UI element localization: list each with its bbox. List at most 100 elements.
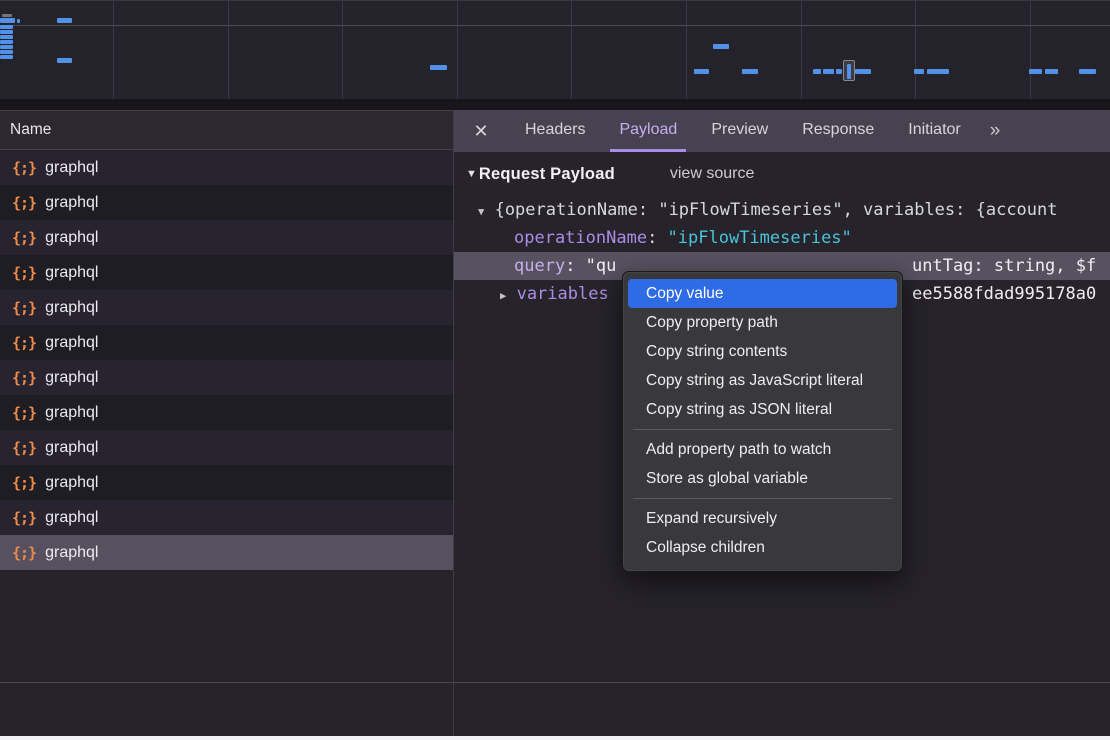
request-rows: {;} graphql {;} graphql {;} graphql {;} graphql… — [0, 150, 453, 570]
menu-item-store-as-global-variable[interactable]: Store as global variable — [628, 464, 897, 493]
overview-request-bar — [0, 30, 13, 34]
overview-request-bar — [742, 69, 758, 74]
overview-request-bar — [0, 25, 13, 29]
json-braces-icon: {;} — [12, 264, 36, 282]
request-name-label: graphql — [45, 264, 98, 282]
overview-vertical-gridline — [915, 1, 916, 100]
footer-divider — [0, 682, 1110, 683]
request-row-graphql[interactable]: {;} graphql — [0, 465, 453, 500]
menu-item-collapse-children[interactable]: Collapse children — [628, 533, 897, 562]
tab-preview[interactable]: Preview — [702, 110, 777, 152]
overview-request-bar — [1079, 69, 1096, 74]
json-braces-icon: {;} — [12, 159, 36, 177]
menu-item-add-property-path-to-watch[interactable]: Add property path to watch — [628, 435, 897, 464]
disclosure-triangle-icon: ▼ — [466, 168, 477, 180]
overview-request-bar — [57, 18, 72, 23]
json-braces-icon: {;} — [12, 194, 36, 212]
disclosure-triangle-icon: ▼ — [478, 198, 484, 226]
payload-preview-text: {operationName: "ipFlowTimeseries", vari… — [495, 200, 1058, 220]
request-row-graphql[interactable]: {;} graphql — [0, 535, 453, 570]
overview-request-bar — [813, 69, 821, 74]
menu-separator — [633, 429, 892, 430]
request-name-label: graphql — [45, 229, 98, 247]
json-braces-icon: {;} — [12, 334, 36, 352]
network-overview-timeline[interactable] — [0, 0, 1110, 99]
overview-request-bar — [1045, 69, 1058, 74]
overview-request-bar — [0, 40, 13, 44]
overview-vertical-gridline — [457, 1, 458, 100]
tab-response[interactable]: Response — [793, 110, 883, 152]
tab-headers[interactable]: Headers — [516, 110, 594, 152]
request-row-graphql[interactable]: {;}graphql — [0, 500, 453, 535]
overview-request-bar — [1029, 69, 1042, 74]
request-row-graphql[interactable]: {;} graphql — [0, 290, 453, 325]
menu-item-copy-property-path[interactable]: Copy property path — [628, 308, 897, 337]
list-empty-area — [0, 572, 453, 682]
json-braces-icon: {;} — [12, 299, 36, 317]
payload-row-operation-name[interactable]: operationName: "ipFlowTimeseries" — [454, 224, 1110, 252]
overview-request-bar — [823, 69, 834, 74]
json-braces-icon: {;} — [12, 439, 36, 457]
request-row-graphql[interactable]: {;} graphql — [0, 430, 453, 465]
overview-request-bar — [0, 50, 13, 54]
tabs-container: Headers Payload Preview Response Initiator — [516, 110, 970, 152]
request-row-graphql[interactable]: {;}graphql — [0, 150, 453, 185]
overview-request-bar — [847, 64, 851, 79]
json-braces-icon: {;} — [12, 474, 36, 492]
overview-request-bar — [430, 65, 447, 70]
overview-vertical-gridline — [113, 1, 114, 100]
request-name-label: graphql — [45, 474, 98, 492]
devtools-window: Name {;}graphql{;}graphql{;}graphql{;}gr… — [0, 0, 1110, 740]
request-row-graphql[interactable]: {;} graphql — [0, 185, 453, 220]
request-row-graphql[interactable]: {;}graphql — [0, 325, 453, 360]
menu-separator — [633, 498, 892, 499]
view-source-link[interactable]: view source — [670, 165, 754, 183]
query-value-end-fragment: untTag: string, $f — [912, 252, 1096, 280]
menu-item-copy-string-contents[interactable]: Copy string contents — [628, 337, 897, 366]
request-name-label: graphql — [45, 194, 98, 212]
overview-request-bar — [855, 69, 871, 74]
request-name-label: graphql — [45, 299, 98, 317]
request-name-label: graphql — [45, 439, 98, 457]
request-row-graphql[interactable]: {;}graphql — [0, 360, 453, 395]
request-name-label: graphql — [45, 369, 98, 387]
overview-bottom-strip — [0, 99, 1110, 110]
overview-request-bar — [914, 69, 924, 74]
more-tabs-icon[interactable]: » — [990, 110, 999, 152]
panel-splitter[interactable] — [453, 110, 454, 740]
overview-request-bar — [0, 45, 13, 49]
request-name-label: graphql — [45, 544, 98, 562]
tab-payload[interactable]: Payload — [610, 110, 686, 152]
window-bottom-edge — [0, 736, 1110, 740]
overview-vertical-gridline — [686, 1, 687, 100]
menu-item-copy-string-as-javascript-literal[interactable]: Copy string as JavaScript literal — [628, 366, 897, 395]
overview-request-bar — [17, 19, 20, 23]
overview-request-bar — [0, 55, 13, 59]
tab-initiator[interactable]: Initiator — [899, 110, 969, 152]
menu-item-expand-recursively[interactable]: Expand recursively — [628, 504, 897, 533]
context-menu: Copy valueCopy property pathCopy string … — [622, 271, 903, 572]
query-value-start: "qu — [586, 256, 617, 276]
variables-value-end-fragment: ee5588fdad995178a0 — [912, 280, 1096, 308]
overview-vertical-gridline — [571, 1, 572, 100]
request-row-graphql[interactable]: {;}graphql — [0, 220, 453, 255]
menu-item-copy-value[interactable]: Copy value — [628, 279, 897, 308]
overview-request-bar — [836, 69, 842, 74]
request-row-graphql[interactable]: {;} graphql — [0, 255, 453, 290]
overview-horizontal-gridline — [0, 25, 1110, 26]
overview-vertical-gridline — [801, 1, 802, 100]
overview-vertical-gridline — [228, 1, 229, 100]
close-icon[interactable]: ✕ — [470, 121, 492, 142]
json-braces-icon: {;} — [12, 544, 36, 562]
overview-vertical-gridline — [1030, 1, 1031, 100]
json-braces-icon: {;} — [12, 404, 36, 422]
column-header-name[interactable]: Name — [0, 110, 453, 150]
menu-item-copy-string-as-json-literal[interactable]: Copy string as JSON literal — [628, 395, 897, 424]
overview-request-bar — [694, 69, 709, 74]
payload-root-row[interactable]: ▼ {operationName: "ipFlowTimeseries", va… — [454, 196, 1110, 224]
request-name-label: graphql — [45, 509, 98, 527]
details-tab-bar: ✕ Headers Payload Preview Response Initiator… — [454, 110, 1110, 152]
overview-request-bar — [57, 58, 72, 63]
request-row-graphql[interactable]: {;}graphql — [0, 395, 453, 430]
request-payload-section-header[interactable]: ▼Request Payload view source — [454, 152, 1110, 196]
